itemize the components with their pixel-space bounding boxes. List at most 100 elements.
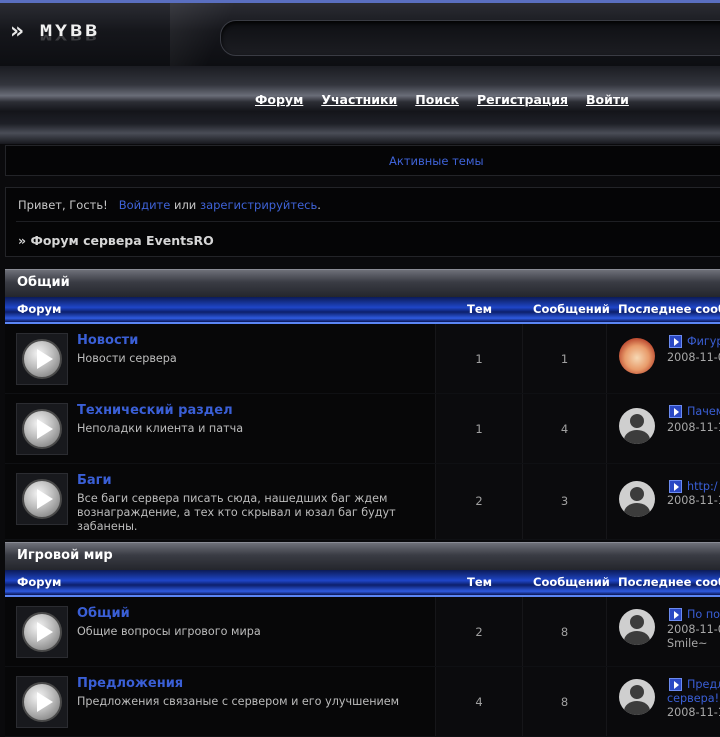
nav-links: Форум Участники Поиск Регистрация Войти <box>255 92 647 107</box>
last-post-excerpt: Smile~ <box>667 637 708 650</box>
col-forum: Форум <box>17 302 62 316</box>
threads-value: 4 <box>475 695 483 709</box>
forum-cell: Общий Общие вопросы игрового мира <box>5 597 436 666</box>
goto-last-post-icon[interactable] <box>669 335 682 348</box>
threads-value: 2 <box>475 625 483 639</box>
column-headers: Форум Тем Сообщений Последнее сооб <box>5 570 720 597</box>
threads-value: 1 <box>475 422 483 436</box>
last-post-date: 2008-11-0 <box>667 351 720 364</box>
active-topics-link[interactable]: Активные темы <box>389 154 484 168</box>
posts-value: 8 <box>560 625 569 639</box>
last-post-date: 2008-11-1 <box>667 494 720 507</box>
default-avatar-icon[interactable] <box>619 609 655 645</box>
forum-name-link[interactable]: Баги <box>77 473 112 488</box>
goto-last-post-icon[interactable] <box>669 480 682 493</box>
forum-status-icon <box>16 473 68 525</box>
forum-row: Предложения Предложения связаные с серве… <box>5 667 720 737</box>
goto-last-post-icon[interactable] <box>669 608 682 621</box>
forum-cell: Технический раздел Неполадки клиента и п… <box>5 394 436 463</box>
forum-status-icon <box>16 676 68 728</box>
breadcrumb-chevron-icon: » <box>18 233 27 248</box>
forum-description: Общие вопросы игрового мира <box>77 625 261 638</box>
divider <box>16 221 720 222</box>
posts-value: 4 <box>560 422 569 436</box>
last-post-link[interactable]: Фигур <box>687 335 720 348</box>
register-link[interactable]: зарегистрируйтесь <box>200 198 317 212</box>
last-post-link[interactable]: http:/ <box>687 480 718 493</box>
forum-name-link[interactable]: Технический раздел <box>77 403 233 418</box>
posts-count: 4 <box>523 394 607 463</box>
default-avatar-icon[interactable] <box>619 679 655 715</box>
threads-count: 4 <box>436 667 523 736</box>
forum-description: Предложения связаные с сервером и его ул… <box>77 695 400 708</box>
breadcrumb: » Форум сервера EventsRO <box>18 233 214 248</box>
forum-description: Неполадки клиента и патча <box>77 422 244 435</box>
forum-status-icon <box>16 333 68 385</box>
last-post-date: 2008-11-1 <box>667 421 720 434</box>
threads-value: 1 <box>475 352 483 366</box>
category-game-world: Игровой мир Форум Тем Сообщений Последне… <box>5 542 720 737</box>
header-search-bar[interactable] <box>220 20 720 56</box>
col-posts: Сообщений <box>533 575 610 589</box>
last-post-date: 2008-11-1 <box>667 706 720 719</box>
forum-cell: Предложения Предложения связаные с серве… <box>5 667 436 736</box>
category-general: Общий Форум Тем Сообщений Последнее сооб… <box>5 269 720 540</box>
forum-description: Новости сервера <box>77 352 177 365</box>
nav-login-link[interactable]: Войти <box>586 92 629 107</box>
col-forum: Форум <box>17 575 62 589</box>
forum-row: Технический раздел Неполадки клиента и п… <box>5 394 720 464</box>
nav-members-link[interactable]: Участники <box>321 92 397 107</box>
or-text: или <box>173 198 197 212</box>
threads-count: 1 <box>436 324 523 393</box>
top-navigation: Форум Участники Поиск Регистрация Войти <box>0 66 720 144</box>
logo-chevron-icon: » <box>10 19 24 44</box>
forum-cell: Баги Все баги сервера писать сюда, нашед… <box>5 464 436 539</box>
category-title[interactable]: Игровой мир <box>17 548 113 563</box>
default-avatar-icon[interactable] <box>619 481 655 517</box>
nav-forum-link[interactable]: Форум <box>255 92 303 107</box>
last-post-title-cont[interactable]: сервера!! <box>667 692 720 706</box>
forum-name-link[interactable]: Общий <box>77 606 130 621</box>
nav-search-link[interactable]: Поиск <box>415 92 459 107</box>
last-post-cell: Пачем 2008-11-1 <box>607 394 720 463</box>
posts-count: 1 <box>523 324 607 393</box>
posts-count: 8 <box>523 667 607 736</box>
default-avatar-icon[interactable] <box>619 408 655 444</box>
goto-last-post-icon[interactable] <box>669 678 682 691</box>
forum-status-icon <box>16 403 68 455</box>
logo-reflection: MYBB <box>40 28 101 43</box>
active-topics-bar: Активные темы <box>5 145 720 176</box>
anime-avatar-icon[interactable] <box>619 338 655 374</box>
forum-status-icon <box>16 606 68 658</box>
posts-count: 8 <box>523 597 607 666</box>
col-last-post: Последнее сооб <box>618 302 720 316</box>
posts-count: 3 <box>523 464 607 539</box>
login-link[interactable]: Войдите <box>119 198 171 212</box>
last-post-link[interactable]: Предл <box>687 678 720 691</box>
forum-name-link[interactable]: Новости <box>77 333 138 348</box>
forum-row: Общий Общие вопросы игрового мира 2 8 По… <box>5 597 720 667</box>
category-title[interactable]: Общий <box>17 275 70 290</box>
col-posts: Сообщений <box>533 302 610 316</box>
last-post-date: 2008-11-0 <box>667 623 720 636</box>
forum-name-link[interactable]: Предложения <box>77 676 183 691</box>
column-headers: Форум Тем Сообщений Последнее сооб <box>5 297 720 324</box>
col-threads: Тем <box>467 302 493 316</box>
posts-value: 8 <box>560 695 569 709</box>
threads-count: 1 <box>436 394 523 463</box>
greeting-text: Привет, Гость! <box>18 198 108 212</box>
nav-register-link[interactable]: Регистрация <box>477 92 568 107</box>
threads-count: 2 <box>436 464 523 539</box>
last-post-cell: Предл сервера!! 2008-11-1 <box>607 667 720 736</box>
last-post-link[interactable]: Пачем <box>687 405 720 418</box>
welcome-panel: Привет, Гость! Войдите или зарегистрируй… <box>5 187 720 257</box>
last-post-cell: http:/ 2008-11-1 <box>607 464 720 539</box>
goto-last-post-icon[interactable] <box>669 405 682 418</box>
forum-row: Баги Все баги сервера писать сюда, нашед… <box>5 464 720 540</box>
last-post-cell: Фигур 2008-11-0 <box>607 324 720 393</box>
last-post-link[interactable]: По пов <box>687 608 720 621</box>
threads-value: 2 <box>475 494 483 508</box>
forum-cell: Новости Новости сервера <box>5 324 436 393</box>
breadcrumb-forum-link[interactable]: Форум сервера EventsRO <box>30 233 213 248</box>
threads-count: 2 <box>436 597 523 666</box>
